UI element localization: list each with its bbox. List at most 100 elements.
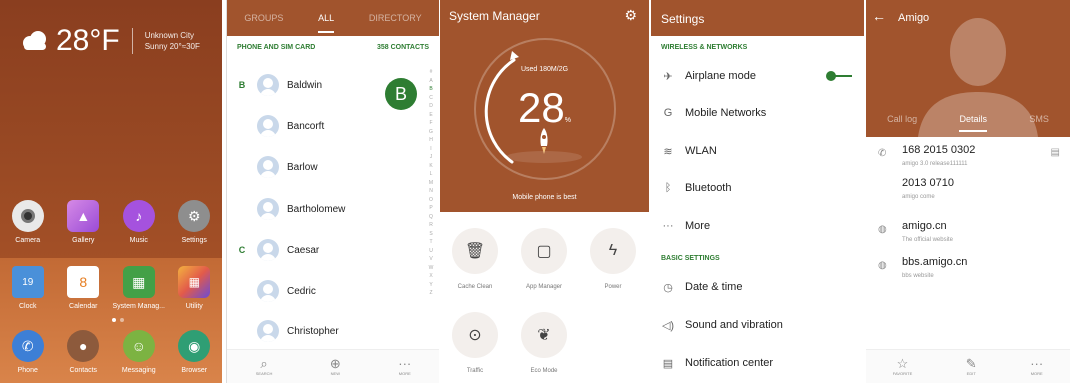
alphabet-index[interactable]: # A B C D E F G H I J K L M N O P Q R S T U V W X Y Z (427, 68, 435, 298)
settings-item-more[interactable]: ··· More (651, 208, 864, 244)
tab-details[interactable]: Details (959, 114, 987, 132)
alphabet-letter[interactable]: E (427, 111, 435, 120)
alphabet-letter[interactable]: D (427, 102, 435, 111)
back-arrow-icon[interactable]: ← (872, 8, 886, 24)
clock-icon: 19 (11, 266, 44, 298)
settings-item-bluetooth[interactable]: ᛒ Bluetooth (651, 170, 864, 206)
tool-label: App Manager (525, 284, 563, 290)
settings-item-airplane[interactable]: ✈ Airplane mode (651, 58, 864, 94)
app-calendar[interactable]: 8 Calendar (56, 266, 110, 310)
gear-icon[interactable]: ⚙ (624, 7, 637, 24)
alphabet-letter[interactable]: I (427, 145, 435, 154)
avatar (257, 320, 279, 342)
alphabet-letter[interactable]: Z (427, 289, 435, 298)
eco-mode-button[interactable]: ❦ Eco Mode (509, 312, 579, 374)
tab-groups[interactable]: GROUPS (244, 13, 283, 23)
messaging-icon: ☺ (122, 330, 155, 362)
alphabet-letter[interactable]: G (427, 128, 435, 137)
alphabet-letter[interactable]: L (427, 170, 435, 179)
contact-name: Bartholomew (287, 203, 346, 215)
avatar (257, 239, 279, 261)
alphabet-letter[interactable]: J (427, 153, 435, 162)
app-messaging[interactable]: ☺ Messaging (112, 330, 166, 374)
app-manager-button[interactable]: ▢ App Manager (509, 228, 579, 290)
tab-directory[interactable]: DIRECTORY (369, 13, 422, 23)
settings-item-notification[interactable]: ▤ Notification center (651, 345, 864, 381)
alphabet-letter[interactable]: T (427, 238, 435, 247)
globe-icon: ◍ (878, 260, 887, 271)
settings-item-mobile-networks[interactable]: G Mobile Networks (651, 95, 864, 131)
contact-bottom-bar: ☆ FAVORITE ✎ EDIT ··· MORE (866, 349, 1070, 383)
contact-row[interactable]: Bancorft (227, 111, 427, 141)
app-browser[interactable]: ◉ Browser (167, 330, 221, 374)
battery-icon: ϟ (590, 228, 636, 274)
edit-button[interactable]: ✎ EDIT (966, 357, 977, 377)
weather-condition: Sunny 20°≈30F (144, 42, 200, 51)
new-contact-button[interactable]: ⊕ NEW (330, 357, 341, 377)
app-utility[interactable]: ▦ Utility (167, 266, 221, 310)
airplane-toggle[interactable] (826, 71, 852, 81)
contacts-tabs: GROUPS ALL DIRECTORY (227, 0, 439, 36)
alphabet-letter[interactable]: U (427, 247, 435, 256)
app-label: Camera (15, 237, 41, 244)
alphabet-letter[interactable]: S (427, 230, 435, 239)
contact-header: ← Amigo Call log Details SMS (866, 0, 1070, 137)
traffic-button[interactable]: ⊙ Traffic (440, 312, 510, 374)
settings-item-date-time[interactable]: ◷ Date & time (651, 269, 864, 305)
avatar (257, 198, 279, 220)
contact-row[interactable]: Cedric (227, 276, 427, 306)
memory-percent: 28% (440, 84, 649, 132)
alphabet-letter[interactable]: Q (427, 213, 435, 222)
tab-all[interactable]: ALL (318, 13, 335, 33)
tab-sms[interactable]: SMS (1029, 114, 1049, 132)
alphabet-letter[interactable]: N (427, 187, 435, 196)
alphabet-letter[interactable]: C (427, 94, 435, 103)
app-music[interactable]: ♪ Music (112, 200, 166, 244)
section-letter: B (238, 80, 246, 90)
settings-item-sound[interactable]: ◁) Sound and vibration (651, 307, 864, 343)
message-icon[interactable]: ▤ (1051, 147, 1060, 158)
alphabet-letter[interactable]: W (427, 264, 435, 273)
weather-widget[interactable]: 28°F Unknown City Sunny 20°≈30F (20, 24, 200, 58)
alphabet-letter[interactable]: F (427, 119, 435, 128)
alphabet-letter[interactable]: R (427, 221, 435, 230)
app-system-manager[interactable]: ▦ System Manag... (112, 266, 166, 310)
alphabet-letter[interactable]: # (427, 68, 435, 77)
contacts-screen: GROUPS ALL DIRECTORY PHONE AND SIM CARD … (226, 0, 439, 383)
contact-row[interactable]: Bartholomew (227, 194, 427, 224)
alphabet-letter[interactable]: X (427, 272, 435, 281)
alphabet-letter[interactable]: O (427, 196, 435, 205)
tab-call-log[interactable]: Call log (887, 114, 917, 132)
alphabet-letter[interactable]: Y (427, 281, 435, 290)
avatar (257, 115, 279, 137)
app-contacts[interactable]: ● Contacts (56, 330, 110, 374)
app-camera[interactable]: Camera (1, 200, 55, 244)
alphabet-letter[interactable]: M (427, 179, 435, 188)
more-button[interactable]: ··· MORE (398, 357, 411, 377)
app-gallery[interactable]: ▲ Gallery (56, 200, 110, 244)
more-button[interactable]: ··· MORE (1030, 357, 1043, 377)
app-settings[interactable]: ⚙ Settings (167, 200, 221, 244)
contact-row[interactable]: C Caesar (227, 235, 427, 265)
section-header: WIRELESS & NETWORKS (661, 44, 748, 51)
alphabet-letter[interactable]: A (427, 77, 435, 86)
alphabet-letter[interactable]: K (427, 162, 435, 171)
alphabet-letter[interactable]: V (427, 255, 435, 264)
favorite-button[interactable]: ☆ FAVORITE (893, 357, 912, 377)
contact-row[interactable]: Barlow (227, 152, 427, 182)
alphabet-letter[interactable]: H (427, 136, 435, 145)
app-phone[interactable]: ✆ Phone (1, 330, 55, 374)
android-icon: ▢ (521, 228, 567, 274)
alphabet-letter[interactable]: B (427, 85, 435, 94)
app-clock[interactable]: 19 Clock (1, 266, 55, 310)
weather-city: Unknown City (144, 31, 195, 40)
cache-clean-button[interactable]: 🗑 Cache Clean (440, 228, 510, 290)
contact-row[interactable]: Christopher (227, 316, 427, 346)
alphabet-letter[interactable]: P (427, 204, 435, 213)
search-button[interactable]: ⌕ SEARCH (256, 357, 273, 377)
settings-item-label: WLAN (685, 145, 717, 157)
memory-percent-value: 28 (518, 84, 565, 131)
contacts-bottom-bar: ⌕ SEARCH ⊕ NEW ··· MORE (227, 349, 439, 383)
power-button[interactable]: ϟ Power (578, 228, 648, 290)
settings-item-wlan[interactable]: ≋ WLAN (651, 133, 864, 169)
